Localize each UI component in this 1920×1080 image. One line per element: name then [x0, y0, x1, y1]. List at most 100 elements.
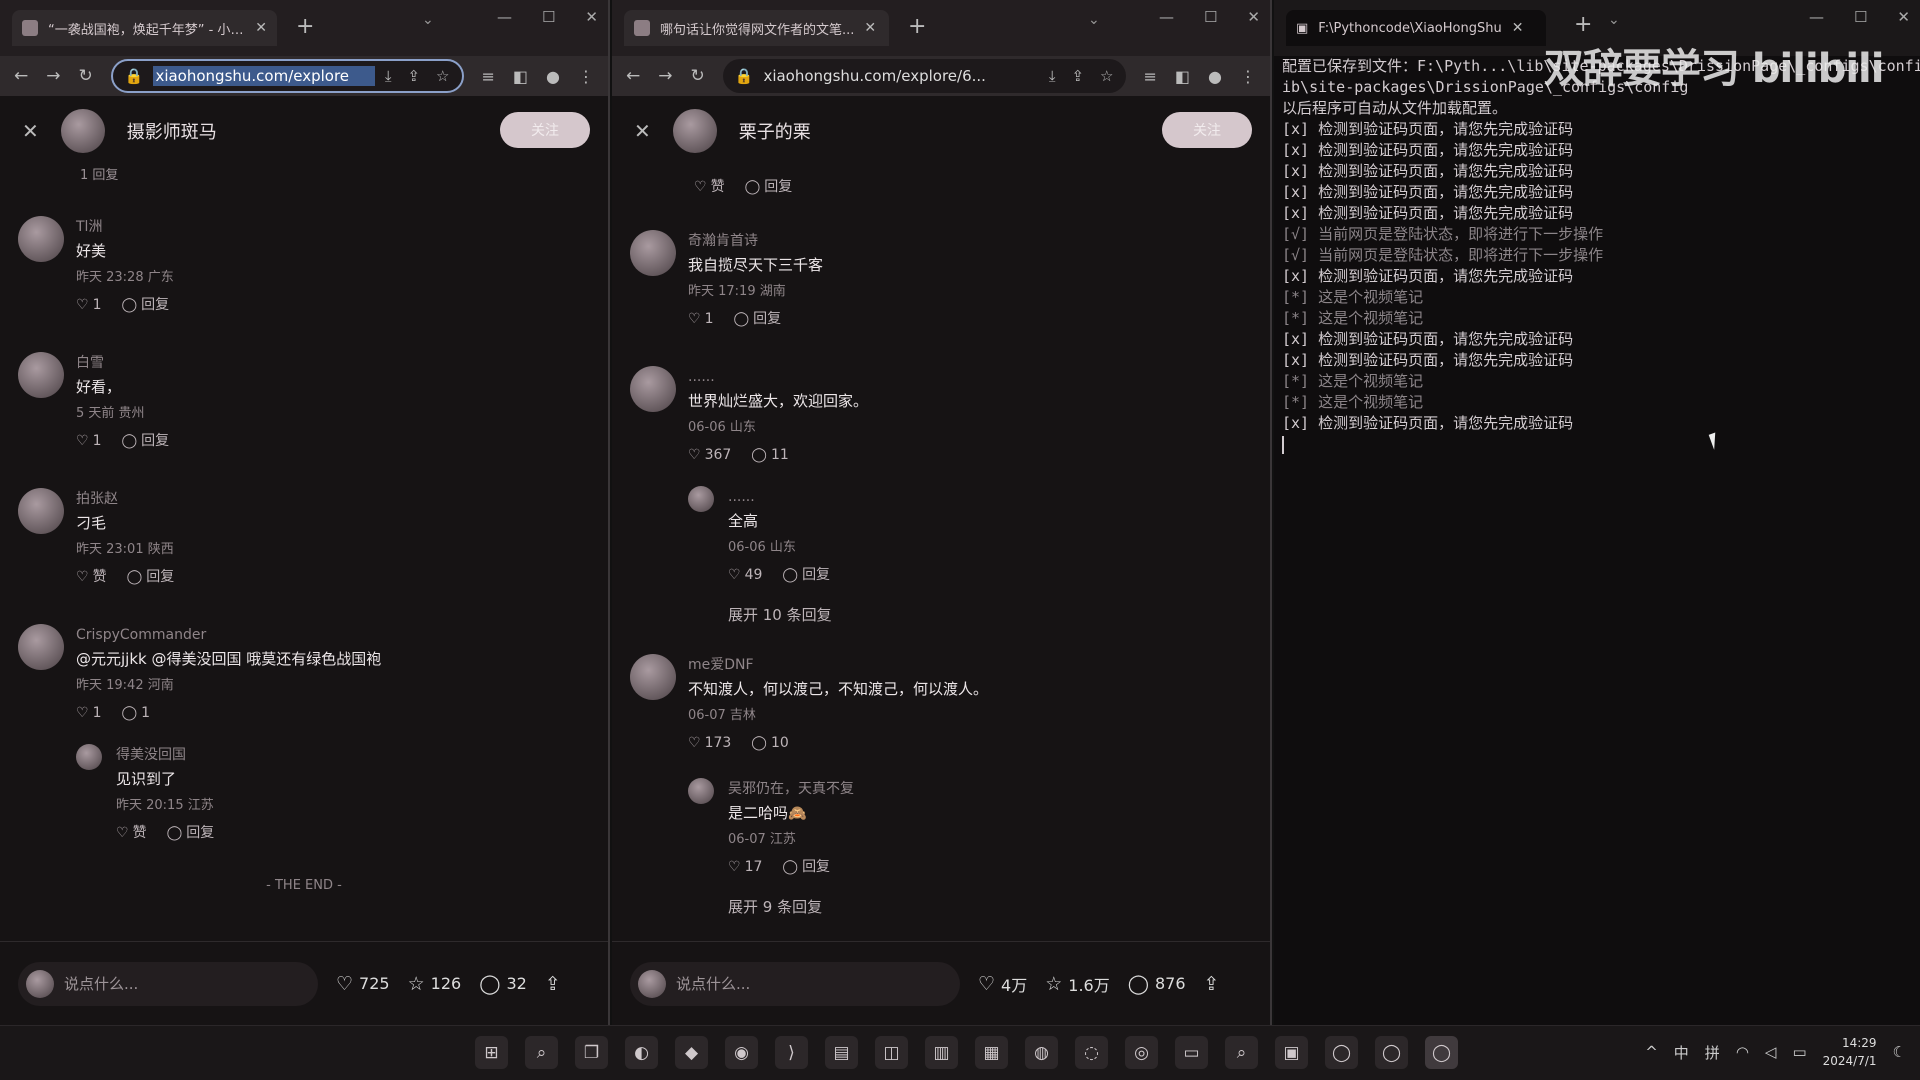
commenter-name[interactable]: me爱DNF: [688, 654, 1252, 676]
profile-icon[interactable]: ●: [546, 67, 560, 86]
back-icon[interactable]: ←: [626, 66, 640, 86]
close-note-icon[interactable]: ✕: [634, 119, 651, 143]
new-tab-icon[interactable]: +: [296, 14, 314, 39]
author-avatar[interactable]: [672, 109, 717, 153]
tab-search-chevron-icon[interactable]: ⌄: [422, 12, 434, 28]
url-text[interactable]: xiaohongshu.com/explore/6...: [763, 67, 1038, 85]
commenter-name[interactable]: CrispyCommander: [76, 624, 590, 646]
like-button[interactable]: ♡ 赞: [694, 174, 725, 200]
back-icon[interactable]: ←: [14, 66, 28, 86]
url-text[interactable]: xiaohongshu.com/explore: [153, 66, 375, 86]
like-stat[interactable]: ♡ 725: [336, 973, 390, 995]
chrome-icon[interactable]: ◯: [1375, 1036, 1408, 1069]
terminal-icon[interactable]: ▣: [1275, 1036, 1308, 1069]
commenter-name[interactable]: 奇瀚肯首诗: [688, 230, 1252, 252]
notification-moon-icon[interactable]: ☾: [1893, 1043, 1906, 1061]
wifi-icon[interactable]: ◠: [1736, 1043, 1749, 1061]
tab-search-chevron-icon[interactable]: ⌄: [1088, 12, 1100, 28]
like-button[interactable]: ♡ 173: [688, 730, 731, 756]
terminal-output[interactable]: 配置已保存到文件：F:\Pyth...\lib\site-packages\Dr…: [1274, 56, 1920, 1025]
reply-button[interactable]: ◯ 1: [121, 700, 150, 726]
commenter-name[interactable]: ......: [688, 366, 1252, 388]
side-panel-icon[interactable]: ◧: [513, 67, 528, 86]
commenter-avatar[interactable]: [630, 654, 676, 700]
chevron-up-icon[interactable]: ^: [1645, 1043, 1658, 1061]
reading-list-icon[interactable]: ≡: [1144, 67, 1157, 86]
maximize-icon[interactable]: ☐: [1204, 8, 1217, 26]
commenter-name[interactable]: Tl洲: [76, 216, 590, 238]
like-button[interactable]: ♡ 1: [688, 306, 713, 332]
windows-start-icon[interactable]: ⊞: [475, 1036, 508, 1069]
author-name[interactable]: 摄影师斑马: [127, 118, 217, 144]
share-button[interactable]: ⇪: [1204, 973, 1220, 995]
reply-button[interactable]: ◯ 回复: [782, 854, 830, 880]
like-stat[interactable]: ♡ 4万: [978, 972, 1027, 996]
like-button[interactable]: ♡ 1: [76, 700, 101, 726]
collect-stat[interactable]: ☆ 1.6万: [1045, 972, 1110, 996]
reply-button[interactable]: ◯ 回复: [733, 306, 781, 332]
close-window-icon[interactable]: ✕: [1897, 8, 1910, 26]
commenter-avatar[interactable]: [18, 488, 64, 534]
side-panel-icon[interactable]: ◧: [1175, 67, 1190, 86]
search-icon[interactable]: ⌕: [1225, 1036, 1258, 1069]
ime-language[interactable]: 中: [1674, 1042, 1689, 1063]
app-icon[interactable]: ◍: [1025, 1036, 1058, 1069]
task-view-icon[interactable]: ❐: [575, 1036, 608, 1069]
close-window-icon[interactable]: ✕: [585, 8, 598, 26]
terminal-dropdown-chevron-icon[interactable]: ⌄: [1608, 12, 1620, 28]
search-icon[interactable]: ⌕: [525, 1036, 558, 1069]
like-button[interactable]: ♡ 1: [76, 292, 101, 318]
new-tab-icon[interactable]: +: [908, 14, 926, 39]
comment-input[interactable]: 说点什么...: [630, 961, 960, 1006]
clock[interactable]: 14:29 2024/7/1: [1823, 1034, 1877, 1070]
like-button[interactable]: ♡ 367: [688, 442, 731, 468]
app-icon[interactable]: ▦: [975, 1036, 1008, 1069]
new-tab-icon[interactable]: +: [1574, 12, 1592, 37]
tab-active[interactable]: “一袭战国袍，焕起千年梦” - 小红书 ✕: [12, 10, 277, 46]
commenter-name[interactable]: 白雪: [76, 352, 590, 374]
install-icon[interactable]: ⤓: [1049, 67, 1056, 85]
collect-stat[interactable]: ☆ 126: [408, 973, 462, 995]
chrome-icon[interactable]: ◯: [1325, 1036, 1358, 1069]
ime-mode[interactable]: 拼: [1705, 1042, 1720, 1063]
replier-avatar[interactable]: [76, 744, 102, 770]
terminal-tab[interactable]: ▣ F:\Pythoncode\XiaoHongShu ✕: [1286, 10, 1546, 46]
share-button[interactable]: ⇪: [545, 973, 561, 995]
expand-replies-link[interactable]: 展开 9 条回复: [728, 896, 822, 917]
tab-active[interactable]: 哪句话让你觉得网文作者的文笔... ✕: [624, 10, 889, 46]
tab-close-icon[interactable]: ✕: [255, 20, 267, 36]
volume-icon[interactable]: ◁: [1765, 1043, 1777, 1061]
app-icon[interactable]: ◉: [725, 1036, 758, 1069]
share-icon[interactable]: ⇪: [1071, 67, 1084, 85]
app-icon[interactable]: ◆: [675, 1036, 708, 1069]
like-button[interactable]: ♡ 49: [728, 562, 762, 588]
address-bar[interactable]: 🔒 xiaohongshu.com/explore/6... ⤓ ⇪ ☆: [722, 59, 1126, 93]
maximize-icon[interactable]: ☐: [1854, 8, 1867, 26]
reply-button[interactable]: ◯ 回复: [745, 174, 793, 200]
maximize-icon[interactable]: ☐: [542, 8, 555, 26]
app-icon[interactable]: ◎: [1125, 1036, 1158, 1069]
comment-stat[interactable]: ◯ 876: [1128, 973, 1186, 995]
app-icon[interactable]: ◫: [875, 1036, 908, 1069]
comment-input[interactable]: 说点什么...: [18, 961, 318, 1006]
wechat-icon[interactable]: ◌: [1075, 1036, 1108, 1069]
minimize-icon[interactable]: —: [1809, 8, 1824, 26]
commenter-avatar[interactable]: [630, 230, 676, 276]
share-icon[interactable]: ⇪: [407, 67, 420, 85]
reply-button[interactable]: ◯ 回复: [121, 292, 169, 318]
bookmark-star-icon[interactable]: ☆: [1100, 67, 1113, 85]
file-explorer-icon[interactable]: ▭: [1175, 1036, 1208, 1069]
commenter-avatar[interactable]: [18, 352, 64, 398]
forward-icon[interactable]: →: [658, 66, 672, 86]
battery-icon[interactable]: ▭: [1792, 1043, 1806, 1061]
follow-button[interactable]: 关注: [500, 112, 590, 148]
reply-button[interactable]: ◯ 回复: [121, 428, 169, 454]
app-icon[interactable]: ▥: [925, 1036, 958, 1069]
install-icon[interactable]: ⤓: [385, 67, 392, 85]
reply-button[interactable]: ◯ 10: [751, 730, 789, 756]
reply-button[interactable]: ◯ 回复: [127, 564, 175, 590]
like-button[interactable]: ♡ 17: [728, 854, 762, 880]
replier-avatar[interactable]: [688, 486, 714, 512]
author-avatar[interactable]: [60, 109, 105, 153]
reading-list-icon[interactable]: ≡: [482, 67, 495, 86]
